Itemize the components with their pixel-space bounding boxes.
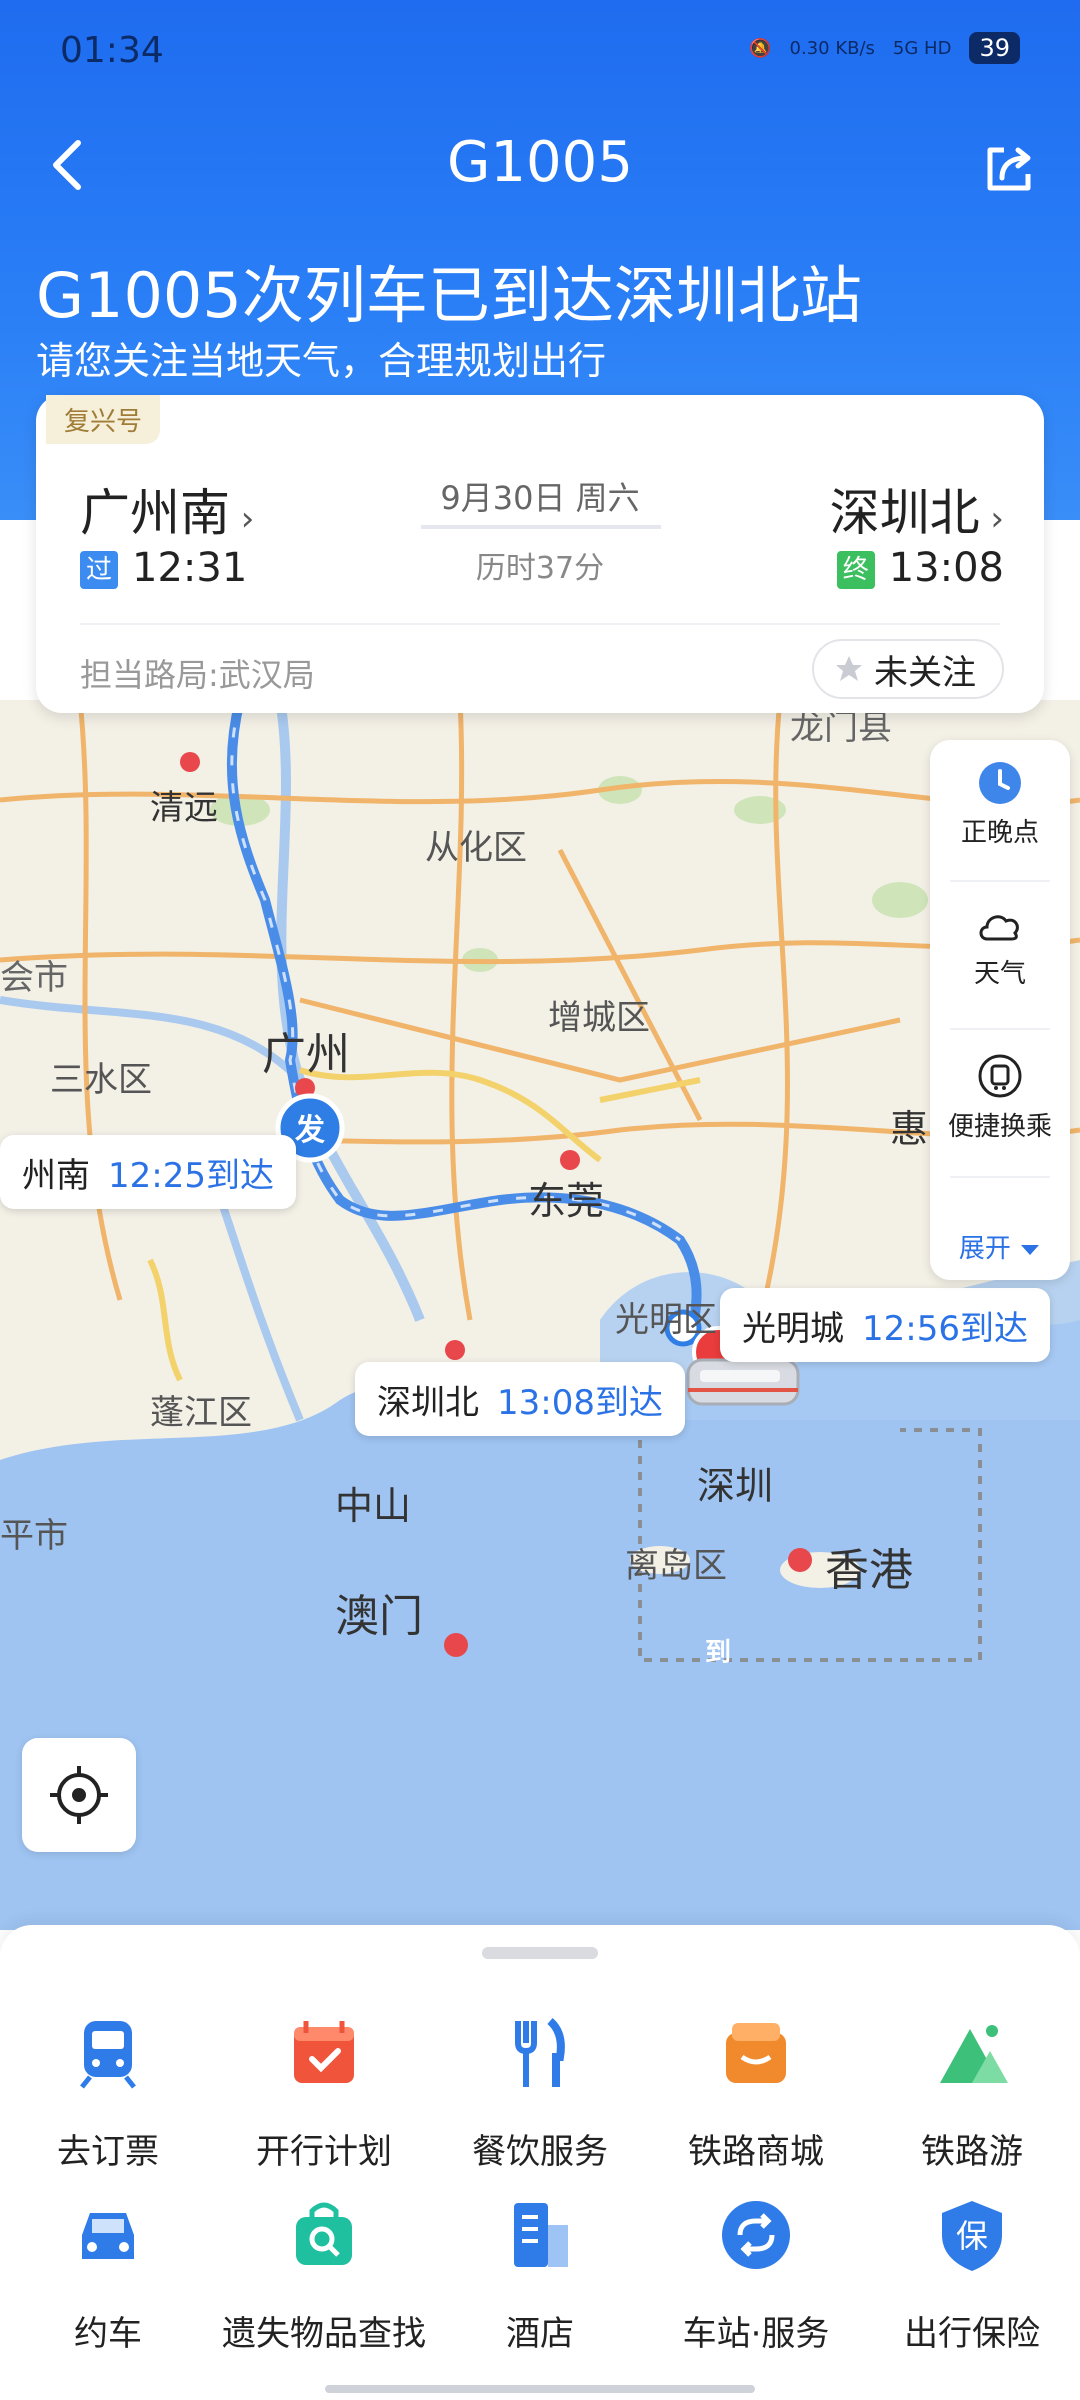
home-indicator[interactable] (325, 2385, 755, 2393)
fork-knife-icon (515, 2017, 565, 2087)
sheet-handle[interactable] (482, 1947, 598, 1959)
start-marker-label: 发 (295, 1113, 325, 1148)
station-bubble-guangmingcheng[interactable]: 光明城 12:56到达 (720, 1288, 1050, 1362)
star-icon (836, 656, 862, 681)
end-marker-label: 到 (704, 1638, 731, 1668)
map-label: 平市 (0, 1516, 68, 1556)
locate-button[interactable] (22, 1738, 136, 1852)
pass-badge: 过 (80, 551, 118, 589)
to-station[interactable]: 深圳北 › (830, 473, 1004, 545)
calendar-icon (294, 2021, 354, 2083)
map-label: 蓬江区 (150, 1393, 252, 1433)
locate-icon (50, 1766, 108, 1824)
network-indicator: 5G HD (892, 37, 952, 59)
map-label: 香港 (825, 1545, 913, 1596)
cloud-icon (979, 915, 1019, 941)
depart-time: 过 12:31 (80, 545, 247, 591)
mute-icon: 🔕 (749, 37, 772, 59)
clock-icon (979, 762, 1021, 804)
svg-text:保: 保 (956, 2217, 988, 2255)
service-rail-tour[interactable]: 铁路游 (864, 2013, 1080, 2173)
map-label: 东莞 (528, 1179, 605, 1223)
train-type-tag: 复兴号 (46, 395, 161, 444)
insurance-icon: 保 (942, 2201, 1002, 2271)
expand-button[interactable]: 展开 (930, 1228, 1070, 1265)
shop-icon (726, 2023, 786, 2083)
service-station[interactable]: 车站·服务 (648, 2195, 864, 2355)
station-bubble-guangzhounan[interactable]: 州南 12:25到达 (0, 1135, 296, 1209)
service-hotel[interactable]: 酒店 (432, 2195, 648, 2355)
service-lost-found[interactable]: 遗失物品查找 (216, 2195, 432, 2355)
map-label: 深圳 (697, 1464, 774, 1508)
station-service-icon (722, 2201, 790, 2269)
map-label: 离岛区 (625, 1546, 727, 1586)
station-bubble-shenzhenbei[interactable]: 深圳北 13:08到达 (355, 1362, 685, 1436)
chevron-right-icon: › (979, 499, 1004, 539)
map-label: 增城区 (548, 998, 650, 1038)
map-label: 广州 (262, 1029, 350, 1080)
share-icon[interactable] (980, 138, 1040, 198)
arrive-time: 终 13:08 (836, 545, 1004, 591)
car-icon (82, 2213, 134, 2259)
follow-button[interactable]: 未关注 (812, 639, 1004, 699)
services-sheet: 去订票 开行计划 餐饮服务 铁路商城 铁路游 约车 遗失物品查找 酒店 车站·服… (0, 1925, 1080, 2400)
service-mall[interactable]: 铁路商城 (648, 2013, 864, 2173)
service-book-ticket[interactable]: 去订票 (0, 2013, 216, 2173)
duration-line (421, 525, 661, 529)
card-divider (80, 623, 1000, 625)
terminal-badge: 终 (836, 551, 875, 589)
service-catering[interactable]: 餐饮服务 (432, 2013, 648, 2173)
service-schedule[interactable]: 开行计划 (216, 2013, 432, 2173)
map-label: 中山 (335, 1484, 412, 1528)
status-time: 01:34 (60, 30, 164, 71)
nav-bar: G1005 (0, 130, 1080, 210)
map-label: 会市 (0, 958, 68, 998)
trip-card: 复兴号 广州南 › 9月30日 周六 历时37分 深圳北 › 过 12:31 终1… (36, 395, 1044, 713)
page-title: G1005 (447, 130, 633, 195)
map-label: 清远 (150, 788, 218, 828)
map-label: 澳门 (335, 1591, 423, 1642)
railway-bureau: 担当路局:武汉局 (80, 656, 315, 694)
transfer-icon (978, 1054, 1022, 1098)
weather-notice: 请您关注当地天气，合理规划出行 (36, 339, 607, 383)
mountain-icon (940, 2025, 1008, 2083)
map-side-panel: 正晚点 天气 便捷换乘 展开 (930, 740, 1070, 1280)
service-insurance[interactable]: 保 出行保险 (864, 2195, 1080, 2355)
train-icon (80, 2021, 136, 2089)
punctuality-button[interactable]: 正晚点 (930, 760, 1070, 849)
hotel-icon (514, 2203, 568, 2267)
map-label: 三水区 (50, 1060, 152, 1100)
arrival-headline: G1005次列车已到达深圳北站 (36, 259, 862, 332)
map-label: 惠 (890, 1107, 929, 1151)
transfer-button[interactable]: 便捷换乘 (930, 1052, 1070, 1143)
weather-button[interactable]: 天气 (930, 905, 1070, 990)
lost-bag-icon (296, 2202, 352, 2265)
status-bar: 01:34 🔕 0.30 KB/s 5G HD 39 (60, 30, 1020, 80)
map-label: 从化区 (425, 828, 527, 868)
map-label: 光明区 (615, 1300, 717, 1340)
service-ride[interactable]: 约车 (0, 2195, 216, 2355)
net-speed: 0.30 KB/s (789, 37, 875, 59)
battery-indicator: 39 (969, 32, 1020, 64)
chevron-down-icon (1021, 1245, 1040, 1255)
